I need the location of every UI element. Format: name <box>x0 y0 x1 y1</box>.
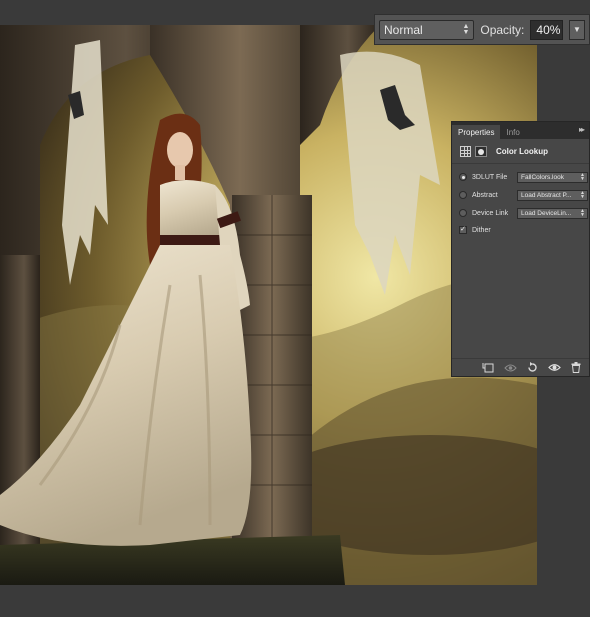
device-link-dropdown[interactable]: Load DeviceLin... ▲ ▼ <box>517 207 588 219</box>
layer-blend-controls: Normal ▲ ▼ Opacity: 40% ▼ <box>374 14 590 45</box>
color-lookup-adjustment-icon <box>460 146 471 157</box>
blend-mode-value: Normal <box>384 22 423 37</box>
updown-arrows-icon: ▲ ▼ <box>462 22 470 36</box>
opacity-input[interactable]: 40% <box>530 19 563 40</box>
opacity-label: Opacity: <box>480 22 525 37</box>
radio-abstract[interactable] <box>459 191 467 199</box>
lookup-row-3dlut: 3DLUT File FallColors.look ▲ ▼ <box>452 168 589 186</box>
radio-device-link[interactable] <box>459 209 467 217</box>
row-label: Abstract <box>472 191 498 199</box>
dropdown-value: FallColors.look <box>521 173 564 181</box>
tab-info[interactable]: Info <box>500 125 525 139</box>
dither-label: Dither <box>472 226 491 234</box>
lookup-row-device-link: Device Link Load DeviceLin... ▲ ▼ <box>452 204 589 222</box>
updown-arrows-icon: ▲ ▼ <box>580 207 585 218</box>
dropdown-value: Load DeviceLin... <box>521 209 572 217</box>
trash-icon[interactable] <box>569 361 583 374</box>
panel-title: Color Lookup <box>496 147 548 156</box>
row-label: Device Link <box>472 209 509 217</box>
dither-checkbox[interactable]: ✓ <box>459 226 467 234</box>
lookup-options: 3DLUT File FallColors.look ▲ ▼ Abstract L… <box>452 164 589 238</box>
blend-mode-select[interactable]: Normal ▲ ▼ <box>379 19 475 40</box>
panel-collapse-icon[interactable]: ▸▸ <box>579 125 585 134</box>
3dlut-file-dropdown[interactable]: FallColors.look ▲ ▼ <box>517 171 588 183</box>
row-label: 3DLUT File <box>472 173 508 181</box>
reset-icon[interactable] <box>525 361 539 374</box>
tab-properties[interactable]: Properties <box>452 125 501 139</box>
updown-arrows-icon: ▲ ▼ <box>580 189 585 200</box>
lookup-row-abstract: Abstract Load Abstract P... ▲ ▼ <box>452 186 589 204</box>
radio-3dlut-file[interactable] <box>459 173 467 181</box>
dither-row: ✓ Dither <box>452 222 589 238</box>
view-previous-state-icon[interactable] <box>503 361 517 374</box>
updown-arrows-icon: ▲ ▼ <box>580 171 585 182</box>
panel-tab-bar: Properties Info ▸▸ <box>452 122 589 139</box>
panel-header: Color Lookup <box>452 139 589 164</box>
dropdown-value: Load Abstract P... <box>521 191 572 199</box>
properties-panel: Properties Info ▸▸ Color Lookup 3DLUT Fi… <box>451 121 590 377</box>
layer-mask-icon[interactable] <box>475 146 487 157</box>
clip-to-layer-icon[interactable] <box>481 361 495 374</box>
panel-footer <box>452 358 589 376</box>
opacity-slider-dropdown-icon[interactable]: ▼ <box>568 19 585 40</box>
abstract-profile-dropdown[interactable]: Load Abstract P... ▲ ▼ <box>517 189 588 201</box>
photoshop-workspace: Normal ▲ ▼ Opacity: 40% ▼ Properties Info… <box>0 0 590 617</box>
visibility-eye-icon[interactable] <box>547 361 561 374</box>
